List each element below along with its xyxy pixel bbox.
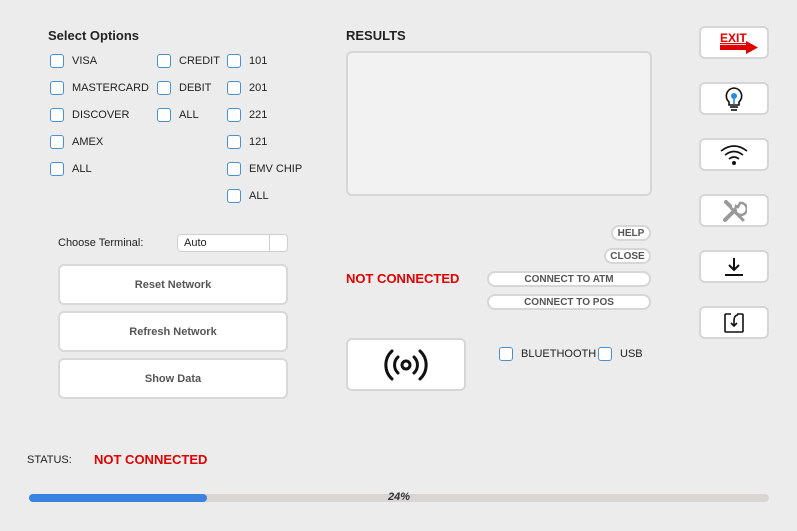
checkbox-box[interactable] [227, 189, 241, 203]
checkbox-box[interactable] [227, 54, 241, 68]
terminal-select-value: Auto [184, 237, 207, 249]
help-button[interactable]: HELP [611, 225, 651, 241]
checkbox-121[interactable]: 121 [227, 133, 267, 151]
hint-button[interactable] [699, 82, 769, 115]
checkbox-box[interactable] [50, 54, 64, 68]
broadcast-icon [384, 349, 428, 380]
results-title: RESULTS [346, 28, 406, 43]
status-label: STATUS: [27, 454, 72, 466]
checkbox-101[interactable]: 101 [227, 52, 267, 70]
checkbox-label: VISA [72, 55, 98, 67]
lightbulb-icon [725, 86, 743, 111]
choose-terminal-label: Choose Terminal: [58, 237, 144, 249]
checkbox-box[interactable] [227, 108, 241, 122]
checkbox-label: BLUETHOOTH [521, 348, 597, 360]
connection-status-text: NOT CONNECTED [346, 271, 460, 286]
checkbox-label: AMEX [72, 136, 104, 148]
checkbox-201[interactable]: 201 [227, 79, 267, 97]
tools-button[interactable] [699, 194, 769, 227]
checkbox-label: 221 [249, 109, 268, 121]
checkbox-usb[interactable]: USB [598, 345, 643, 363]
status-value: NOT CONNECTED [94, 452, 208, 467]
refresh-network-button[interactable]: Refresh Network [58, 311, 288, 352]
reset-network-button[interactable]: Reset Network [58, 264, 288, 305]
exit-label: EXIT [720, 31, 747, 45]
checkbox-label: EMV CHIP [249, 163, 303, 175]
show-data-button[interactable]: Show Data [58, 358, 288, 399]
checkbox-box[interactable] [227, 135, 241, 149]
checkbox-label: 201 [249, 82, 268, 94]
progress-bar: 24% [29, 491, 769, 503]
checkbox-label: CREDIT [179, 55, 220, 67]
exit-button[interactable]: EXIT [699, 26, 769, 59]
checkbox-label: ALL [72, 163, 92, 175]
checkbox-label: ALL [179, 109, 199, 121]
checkbox-label: ALL [249, 190, 269, 202]
import-button[interactable] [699, 306, 769, 339]
checkbox-box[interactable] [598, 347, 612, 361]
checkbox-box[interactable] [50, 81, 64, 95]
checkbox-bluetooth[interactable]: BLUETHOOTH [499, 345, 596, 363]
checkbox-box[interactable] [157, 54, 171, 68]
checkbox-visa[interactable]: VISA [50, 52, 97, 70]
download-icon [725, 257, 743, 276]
progress-label: 24% [387, 491, 411, 503]
checkbox-label: DISCOVER [72, 109, 130, 121]
checkbox-box[interactable] [50, 135, 64, 149]
broadcast-button[interactable] [346, 338, 466, 391]
checkbox-amex[interactable]: AMEX [50, 133, 103, 151]
checkbox-box[interactable] [50, 162, 64, 176]
wifi-button[interactable] [699, 138, 769, 171]
results-panel[interactable] [346, 51, 652, 196]
checkbox-discover[interactable]: DISCOVER [50, 106, 129, 124]
terminal-select[interactable]: Auto [177, 234, 288, 252]
close-button[interactable]: CLOSE [604, 248, 651, 264]
checkbox-mastercard[interactable]: MASTERCARD [50, 79, 149, 97]
checkbox-221[interactable]: 221 [227, 106, 267, 124]
checkbox-debit[interactable]: DEBIT [157, 79, 211, 97]
connect-atm-button[interactable]: CONNECT TO ATM [487, 271, 651, 287]
download-button[interactable] [699, 250, 769, 283]
checkbox-box[interactable] [50, 108, 64, 122]
checkbox-label: USB [620, 348, 643, 360]
checkbox-box[interactable] [499, 347, 513, 361]
tools-icon [723, 199, 747, 222]
checkbox-box[interactable] [227, 162, 241, 176]
checkbox-emv-chip[interactable]: EMV CHIP [227, 160, 302, 178]
checkbox-label: DEBIT [179, 82, 212, 94]
checkbox-label: 101 [249, 55, 268, 67]
import-icon [724, 312, 744, 333]
checkbox-label: 121 [249, 136, 268, 148]
checkbox-box[interactable] [157, 108, 171, 122]
connect-pos-button[interactable]: CONNECT TO POS [487, 294, 651, 310]
checkbox-all-cards[interactable]: ALL [50, 160, 92, 178]
select-options-title: Select Options [48, 28, 140, 43]
checkbox-all-types[interactable]: ALL [157, 106, 199, 124]
wifi-icon [720, 144, 748, 165]
exit-icon: EXIT [720, 31, 758, 54]
chevron-down-icon[interactable] [269, 235, 287, 251]
checkbox-credit[interactable]: CREDIT [157, 52, 220, 70]
checkbox-all-codes[interactable]: ALL [227, 187, 269, 205]
checkbox-box[interactable] [227, 81, 241, 95]
checkbox-label: MASTERCARD [72, 82, 150, 94]
checkbox-box[interactable] [157, 81, 171, 95]
